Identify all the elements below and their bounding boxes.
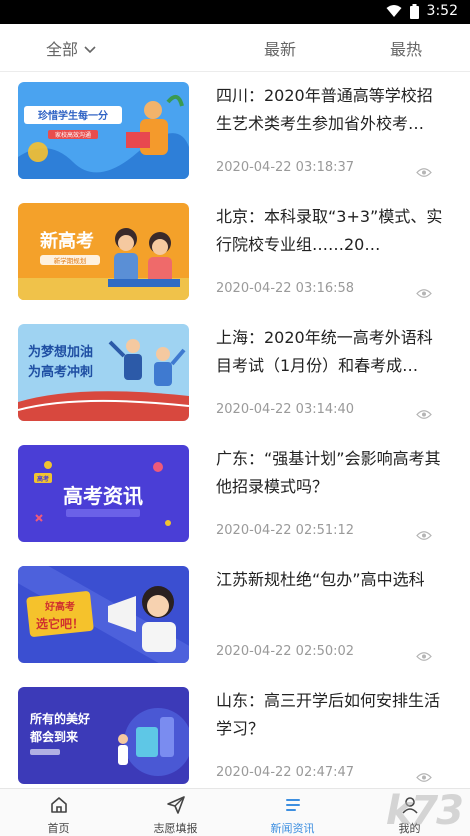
news-thumbnail: 新高考 新学期规划 (18, 203, 189, 300)
chevron-down-icon (84, 39, 96, 58)
news-date: 2020-04-22 02:47:47 (216, 765, 355, 780)
news-title: 广东：“强基计划”会影响高考其他招录模式吗？ (216, 449, 441, 496)
eye-icon (416, 526, 432, 545)
tab-home-label: 首页 (47, 822, 70, 835)
status-time: 3:52 (426, 3, 458, 19)
thumb-subcaption: 新学期规划 (54, 256, 87, 265)
news-list: 珍惜学生每一分 家校高效沟通 四川：2020年普通高等学校招生艺术类考生参加省外… (0, 72, 470, 788)
news-date: 2020-04-22 02:50:02 (216, 644, 355, 659)
news-item[interactable]: 新高考 新学期规划 北京：本科录取“3+3”模式、实行院校专业组……20… 20… (0, 193, 470, 314)
filter-all-dropdown[interactable]: 全部 (46, 36, 96, 60)
news-date: 2020-04-22 02:51:12 (216, 523, 355, 538)
news-date: 2020-04-22 03:16:58 (216, 281, 355, 296)
thumb-caption: 所有的美好 (30, 711, 90, 726)
news-title: 北京：本科录取“3+3”模式、实行院校专业组……20… (216, 207, 443, 254)
eye-icon (416, 163, 432, 182)
filter-all-label: 全部 (46, 40, 79, 59)
news-thumbnail: 珍惜学生每一分 家校高效沟通 (18, 82, 189, 179)
news-thumbnail: 所有的美好 都会到来 (18, 687, 189, 784)
news-thumbnail: 好高考 选它吧！ (18, 566, 189, 663)
thumb-subcaption: 家校高效沟通 (55, 131, 91, 139)
home-icon (49, 795, 69, 819)
thumb-subcaption: 高考 (37, 475, 49, 483)
thumb-caption: 高考资讯 (63, 484, 143, 508)
tab-news-label: 新闻资讯 (270, 822, 315, 835)
news-icon (283, 795, 303, 819)
tab-volunteer[interactable]: 志愿填报 (117, 789, 234, 836)
thumb-caption: 为梦想加油 (28, 344, 93, 360)
news-item[interactable]: 为梦想加油 为高考冲刺 上海：2020年统一高考外语科目考试（1月份）和春考成…… (0, 314, 470, 435)
watermark: k73 (385, 788, 464, 834)
eye-icon (416, 768, 432, 787)
eye-icon (416, 284, 432, 303)
news-date: 2020-04-22 03:18:37 (216, 160, 355, 175)
thumb-subcaption: 选它吧！ (36, 616, 84, 631)
status-bar: 3:52 (0, 0, 470, 24)
thumb-subcaption: 为高考冲刺 (28, 364, 93, 380)
tab-news[interactable]: 新闻资讯 (234, 789, 351, 836)
news-item[interactable]: 高考 高考资讯 广东：“强基计划”会影响高考其他招录模式吗？ 2020-04-2… (0, 435, 470, 556)
news-date: 2020-04-22 03:14:40 (216, 402, 355, 417)
thumb-caption: 珍惜学生每一分 (38, 109, 108, 122)
news-title: 上海：2020年统一高考外语科目考试（1月份）和春考成… (216, 328, 433, 375)
news-item[interactable]: 好高考 选它吧！ 江苏新规杜绝“包办”高中选科 2020-04-22 02:50… (0, 556, 470, 677)
tab-volunteer-label: 志愿填报 (153, 822, 198, 835)
news-thumbnail: 高考 高考资讯 (18, 445, 189, 542)
thumb-caption: 新高考 (40, 230, 94, 252)
news-item[interactable]: 珍惜学生每一分 家校高效沟通 四川：2020年普通高等学校招生艺术类考生参加省外… (0, 72, 470, 193)
tab-home[interactable]: 首页 (0, 789, 117, 836)
news-title: 四川：2020年普通高等学校招生艺术类考生参加省外校考… (216, 86, 433, 133)
send-icon (166, 795, 186, 819)
thumb-subcaption: 都会到来 (29, 729, 79, 744)
eye-icon (416, 647, 432, 666)
filter-bar: 全部 最新 最热 (0, 24, 470, 72)
eye-icon (416, 405, 432, 424)
news-thumbnail: 为梦想加油 为高考冲刺 (18, 324, 189, 421)
filter-hottest-tab[interactable]: 最热 (390, 36, 422, 60)
news-item[interactable]: 所有的美好 都会到来 山东：高三开学后如何安排生活学习？ 2020-04-22 … (0, 677, 470, 788)
news-title: 江苏新规杜绝“包办”高中选科 (216, 570, 425, 589)
filter-latest-tab[interactable]: 最新 (264, 36, 296, 60)
battery-icon (409, 3, 419, 19)
thumb-caption: 好高考 (44, 600, 75, 613)
news-title: 山东：高三开学后如何安排生活学习？ (216, 691, 441, 738)
wifi-icon (386, 4, 402, 18)
